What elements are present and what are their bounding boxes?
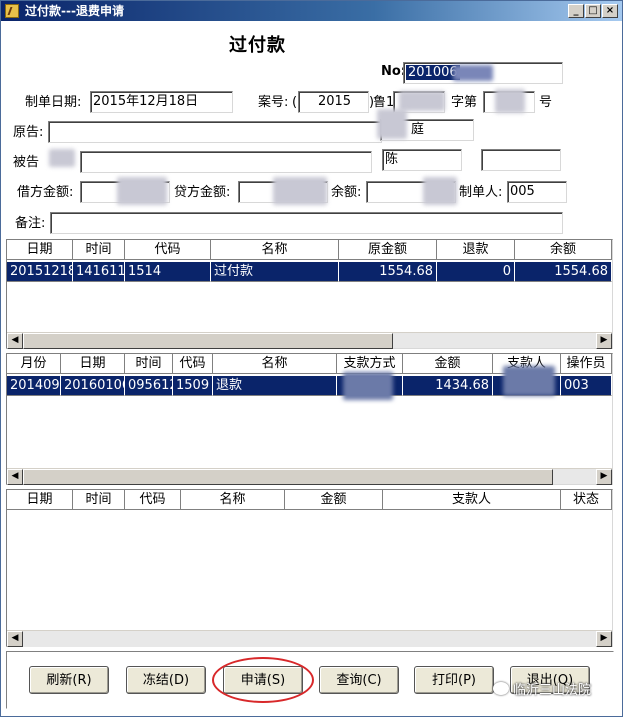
scroll-left-icon[interactable]: ◀ bbox=[7, 631, 23, 647]
redacted-payment-method bbox=[343, 372, 393, 400]
cell-date: 20151218 bbox=[7, 262, 73, 282]
wechat-icon bbox=[493, 682, 509, 695]
scroll-left-icon[interactable]: ◀ bbox=[7, 333, 23, 349]
scroll-right-icon[interactable]: ▶ bbox=[596, 333, 612, 349]
column-header[interactable]: 退款 bbox=[437, 240, 515, 260]
column-header[interactable]: 时间 bbox=[73, 240, 125, 260]
redacted-defendant-name bbox=[49, 149, 75, 167]
redacted-balance bbox=[423, 177, 457, 205]
column-header[interactable]: 日期 bbox=[61, 354, 125, 374]
column-header[interactable]: 名称 bbox=[211, 240, 339, 260]
maximize-button[interactable]: □ bbox=[585, 4, 601, 18]
cell-date: 20160106 bbox=[61, 376, 125, 396]
refund-grid[interactable]: 月份 日期 时间 代码 名称 支款方式 金额 支款人 操作员 201409 20… bbox=[6, 353, 613, 485]
column-header[interactable]: 状态 bbox=[561, 490, 612, 510]
column-header[interactable]: 日期 bbox=[7, 490, 73, 510]
scroll-left-icon[interactable]: ◀ bbox=[7, 469, 23, 485]
column-header[interactable]: 代码 bbox=[125, 240, 211, 260]
column-header[interactable]: 金额 bbox=[403, 354, 493, 374]
title-bar[interactable]: 过付款---退费申请 _ □ × bbox=[1, 1, 622, 21]
close-button[interactable]: × bbox=[602, 4, 618, 18]
redacted-no bbox=[453, 65, 493, 81]
cell-month: 201409 bbox=[7, 376, 61, 396]
application-hscrollbar[interactable]: ◀ ▶ bbox=[7, 630, 612, 647]
cell-refund: 0 bbox=[437, 262, 515, 282]
column-header[interactable]: 金额 bbox=[285, 490, 383, 510]
redacted-case-code bbox=[399, 91, 445, 111]
scroll-track[interactable] bbox=[23, 631, 596, 647]
redacted-case-number bbox=[495, 89, 525, 113]
column-header[interactable]: 原金额 bbox=[339, 240, 437, 260]
remark-label: 备注: bbox=[15, 216, 46, 231]
column-header[interactable]: 支款方式 bbox=[337, 354, 403, 374]
ledger-grid[interactable]: 日期 时间 代码 名称 原金额 退款 余额 20151218 141611 15… bbox=[6, 239, 613, 349]
maker-label: 制单人: bbox=[459, 185, 503, 200]
column-header[interactable]: 代码 bbox=[173, 354, 213, 374]
window-title: 过付款---退费申请 bbox=[25, 4, 124, 18]
scroll-right-icon[interactable]: ▶ bbox=[596, 631, 612, 647]
case-year-field[interactable]: 2015 bbox=[298, 91, 369, 113]
defendant-field[interactable] bbox=[80, 151, 372, 173]
court-value: 庭 bbox=[411, 122, 425, 137]
scroll-thumb[interactable] bbox=[23, 469, 553, 485]
cell-code: 1514 bbox=[125, 262, 211, 282]
balance-label: 余额: bbox=[331, 185, 362, 200]
cell-time: 141611 bbox=[73, 262, 125, 282]
defendant-label: 被告 bbox=[13, 155, 40, 170]
column-header[interactable]: 支款人 bbox=[383, 490, 561, 510]
column-header[interactable]: 时间 bbox=[125, 354, 173, 374]
clerk-field[interactable] bbox=[481, 149, 561, 171]
column-header[interactable]: 名称 bbox=[213, 354, 337, 374]
redacted-credit bbox=[273, 177, 327, 205]
case-suffix: 号 bbox=[539, 95, 553, 110]
debit-label: 借方金额: bbox=[17, 185, 74, 200]
column-header[interactable]: 操作员 bbox=[561, 354, 612, 374]
cell-name: 退款 bbox=[213, 376, 337, 396]
minimize-button[interactable]: _ bbox=[568, 4, 584, 18]
redacted-court bbox=[377, 109, 407, 139]
refund-hscrollbar[interactable]: ◀ ▶ bbox=[7, 468, 612, 485]
column-header[interactable]: 名称 bbox=[181, 490, 285, 510]
column-header[interactable]: 日期 bbox=[7, 240, 73, 260]
scroll-thumb[interactable] bbox=[23, 333, 393, 349]
remark-field[interactable] bbox=[50, 212, 563, 234]
cell-original-amount: 1554.68 bbox=[339, 262, 437, 282]
cell-name: 过付款 bbox=[211, 262, 339, 282]
redacted-payee bbox=[503, 366, 555, 396]
app-window: 过付款---退费申请 _ □ × 过付款 No: 201006 制单日期: 20… bbox=[0, 0, 623, 717]
column-header[interactable]: 代码 bbox=[125, 490, 181, 510]
judge-field[interactable]: 陈 bbox=[382, 149, 462, 171]
scroll-right-icon[interactable]: ▶ bbox=[596, 469, 612, 485]
refresh-button[interactable]: 刷新(R) bbox=[29, 666, 109, 694]
credit-label: 贷方金额: bbox=[174, 185, 231, 200]
cell-balance: 1554.68 bbox=[515, 262, 612, 282]
print-button[interactable]: 打印(P) bbox=[414, 666, 494, 694]
highlight-circle bbox=[212, 657, 314, 703]
query-button[interactable]: 查询(C) bbox=[319, 666, 399, 694]
cell-code: 1509 bbox=[173, 376, 213, 396]
case-word: 字第 bbox=[451, 95, 478, 110]
case-label: 案号: bbox=[258, 95, 289, 110]
date-field[interactable]: 2015年12月18日 bbox=[90, 91, 233, 113]
cell-amount: 1434.68 bbox=[403, 376, 493, 396]
application-grid[interactable]: 日期 时间 代码 名称 金额 支款人 状态 ◀ ▶ bbox=[6, 489, 613, 647]
case-open-paren: ( bbox=[292, 95, 298, 110]
column-header[interactable]: 月份 bbox=[7, 354, 61, 374]
column-header[interactable]: 余额 bbox=[515, 240, 612, 260]
ledger-hscrollbar[interactable]: ◀ ▶ bbox=[7, 332, 612, 349]
plaintiff-label: 原告: bbox=[13, 125, 44, 140]
freeze-button[interactable]: 冻结(D) bbox=[126, 666, 206, 694]
column-header[interactable]: 时间 bbox=[73, 490, 125, 510]
maker-field[interactable]: 005 bbox=[507, 181, 567, 203]
plaintiff-field[interactable] bbox=[48, 121, 382, 143]
redacted-debit bbox=[117, 177, 167, 205]
date-label: 制单日期: bbox=[25, 95, 82, 110]
no-value: 201006 bbox=[406, 65, 460, 80]
watermark-text: 临沂三山法院 bbox=[513, 683, 592, 698]
cell-time: 095612 bbox=[125, 376, 173, 396]
form-heading: 过付款 bbox=[229, 35, 286, 56]
cell-operator: 003 bbox=[561, 376, 612, 396]
app-icon bbox=[5, 4, 19, 18]
